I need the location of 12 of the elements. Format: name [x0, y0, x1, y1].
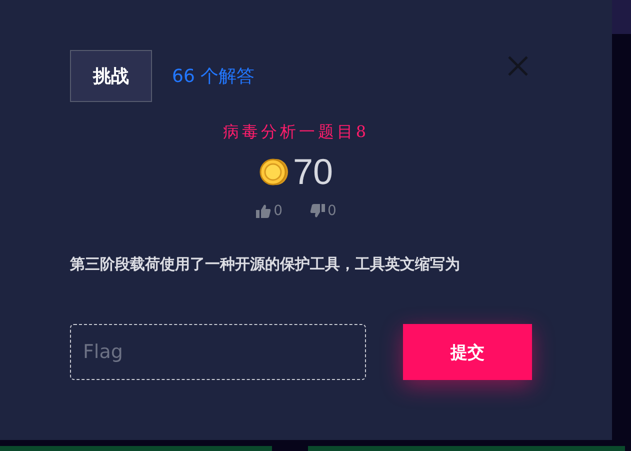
thumbs-up-icon[interactable]: [256, 204, 271, 218]
solves-link[interactable]: 66 个解答: [172, 64, 255, 88]
challenge-title: 病毒分析一题目8: [222, 122, 370, 143]
coin-icon: [258, 157, 289, 187]
submit-button[interactable]: 提交: [403, 324, 532, 380]
challenge-description: 第三阶段载荷使用了一种开源的保护工具，工具英文缩写为: [70, 255, 461, 274]
thumbs-down-icon[interactable]: [310, 204, 324, 218]
flag-input-field[interactable]: Flag: [70, 324, 366, 380]
challenge-tab[interactable]: 挑战: [70, 50, 152, 102]
likes-count: 0: [274, 203, 282, 219]
dislikes-count: 0: [328, 203, 336, 219]
points-value: 70: [292, 151, 334, 193]
